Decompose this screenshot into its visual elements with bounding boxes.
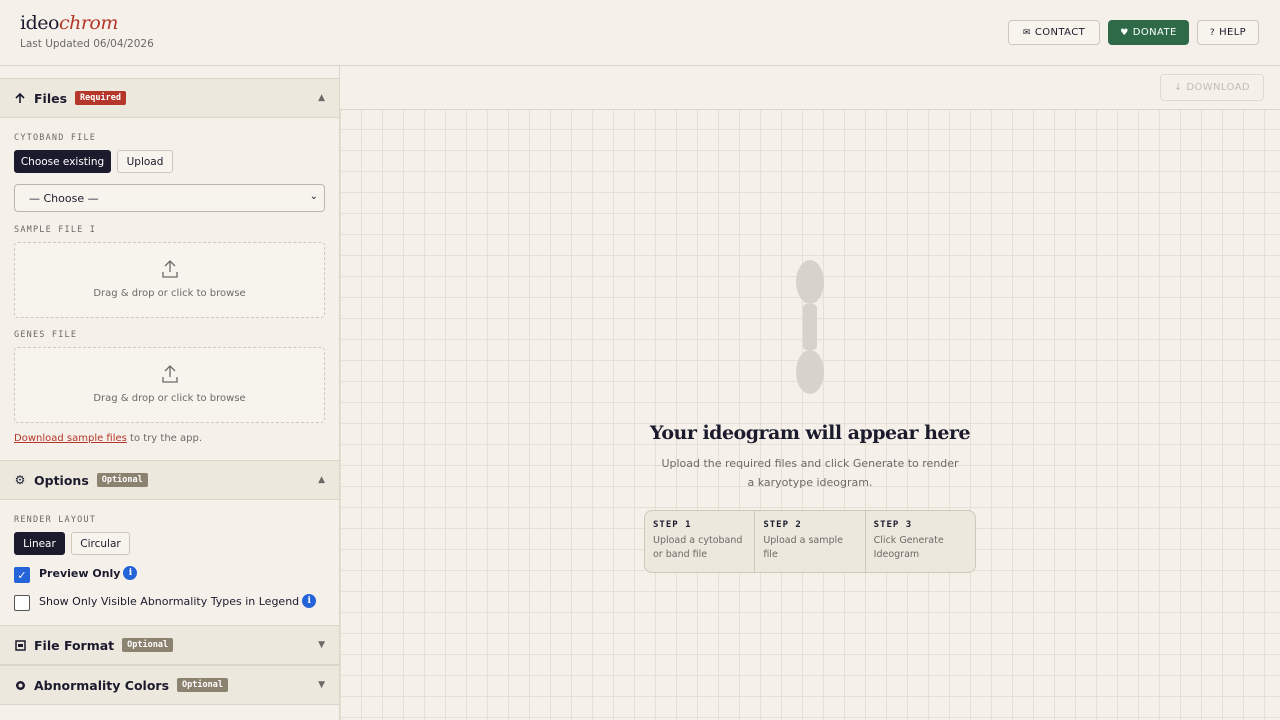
app-header: ideochrom Last Updated 06/04/2026 ✉ CONTA… [0, 0, 1280, 66]
genes-drop-text: Drag & drop or click to browse [93, 393, 246, 404]
logo-text-chrom: chrom [58, 12, 118, 34]
download-button[interactable]: ↓ DOWNLOAD [1160, 74, 1264, 101]
canvas-toolbar: ↓ DOWNLOAD [340, 66, 1280, 110]
cytoband-file-label: CYTOBAND FILE [14, 133, 97, 143]
info-icon[interactable]: i [302, 594, 317, 608]
chromosome-placeholder-icon [796, 260, 824, 394]
choose-existing-button[interactable]: Choose existing [14, 150, 111, 173]
step-2: STEP 2 Upload a sample file [755, 511, 866, 572]
gear-icon: ⚙ [14, 473, 26, 487]
options-section-header[interactable]: ⚙ Options Optional ▲ [0, 460, 339, 500]
sample-link-suffix: to try the app. [126, 433, 202, 444]
steps-panel: STEP 1 Upload a cytoband or band file ST… [644, 510, 976, 573]
step-3-desc: Click Generate Ideogram [873, 535, 944, 560]
step-1-desc: Upload a cytoband or band file [653, 535, 743, 560]
step-2-title: STEP 2 [763, 520, 802, 530]
step-3-title: STEP 3 [873, 520, 913, 530]
preview-only-text: Preview Only [39, 566, 121, 580]
sample-drop-text: Drag & drop or click to browse [93, 288, 246, 299]
upload-icon [162, 260, 178, 278]
step-3: STEP 3 Click Generate Ideogram [866, 511, 975, 572]
show-visible-abnormality-label: Show Only Visible Abnormality Types in L… [39, 594, 317, 608]
show-visible-abnormality-checkbox[interactable] [14, 595, 30, 611]
optional-badge: Optional [122, 638, 174, 652]
file-format-title: File Format [34, 637, 115, 653]
ideogram-canvas: ↓ DOWNLOAD Your ideogram will appear her… [340, 66, 1280, 720]
cytoband-select[interactable]: — Choose — ⌄ [14, 184, 325, 212]
show-visible-text: Show Only Visible Abnormality Types in L… [39, 594, 300, 608]
download-arrow-icon: ↓ [1174, 82, 1183, 93]
upload-icon [162, 365, 178, 383]
heart-icon: ♥ [1120, 27, 1129, 38]
contact-label: CONTACT [1034, 27, 1086, 38]
sidebar: Files Required ▲ CYTOBAND FILE Choose ex… [0, 66, 340, 720]
download-sample-files-link[interactable]: Download sample files [14, 433, 127, 444]
question-icon: ? [1209, 27, 1216, 38]
cytoband-select-value: — Choose — [29, 191, 99, 205]
optional-badge: Optional [96, 473, 148, 487]
chevron-up-icon[interactable]: ▲ [318, 93, 325, 103]
render-layout-label: RENDER LAYOUT [14, 515, 97, 525]
circular-layout-button[interactable]: Circular [71, 532, 130, 555]
upload-button[interactable]: Upload [117, 150, 173, 173]
required-badge: Required [75, 91, 126, 105]
step-1-title: STEP 1 [653, 520, 692, 530]
options-title: Options [34, 472, 89, 488]
file-format-section-header[interactable]: File Format Optional ▼ [0, 625, 339, 665]
help-label: HELP [1219, 27, 1247, 38]
donate-label: DONATE [1132, 27, 1177, 38]
download-label: DOWNLOAD [1186, 82, 1250, 93]
linear-layout-button[interactable]: Linear [14, 532, 65, 555]
files-title: Files [34, 90, 68, 106]
upload-arrow-icon [14, 92, 26, 104]
preview-only-label: Preview Only i [39, 566, 138, 580]
sample-file-dropzone[interactable]: Drag & drop or click to browse [14, 242, 325, 318]
step-1: STEP 1 Upload a cytoband or band file [645, 511, 756, 572]
chevron-up-icon[interactable]: ▲ [318, 475, 325, 485]
info-icon[interactable]: i [123, 566, 138, 580]
sample-file-label: SAMPLE FILE I [14, 225, 97, 235]
chevron-down-icon[interactable]: ▼ [318, 640, 325, 650]
app-logo[interactable]: ideochrom [20, 12, 118, 34]
genes-file-label: GENES FILE [14, 330, 78, 340]
sample-files-note: Download sample files to try the app. [14, 433, 202, 444]
palette-icon [14, 680, 26, 691]
genes-file-dropzone[interactable]: Drag & drop or click to browse [14, 347, 325, 423]
logo-text-ideo: ideo [20, 12, 59, 34]
chevron-down-icon: ⌄ [309, 191, 318, 202]
step-2-desc: Upload a sample file [763, 535, 844, 560]
abnormality-colors-title: Abnormality Colors [34, 677, 170, 693]
contact-button[interactable]: ✉ CONTACT [1008, 20, 1100, 45]
last-updated-text: Last Updated 06/04/2026 [20, 38, 154, 50]
files-section-header[interactable]: Files Required ▲ [0, 78, 339, 118]
donate-button[interactable]: ♥ DONATE [1108, 20, 1189, 45]
preview-only-checkbox[interactable]: ✓ [14, 567, 30, 583]
chevron-down-icon[interactable]: ▼ [318, 680, 325, 690]
optional-badge: Optional [177, 678, 228, 692]
empty-state-subtitle: Upload the required files and click Gene… [661, 457, 959, 489]
envelope-icon: ✉ [1022, 27, 1031, 38]
abnormality-colors-section-header[interactable]: Abnormality Colors Optional ▼ [0, 665, 339, 705]
help-button[interactable]: ? HELP [1197, 20, 1259, 45]
empty-state-title: Your ideogram will appear here [649, 422, 971, 444]
file-format-icon [14, 639, 26, 651]
